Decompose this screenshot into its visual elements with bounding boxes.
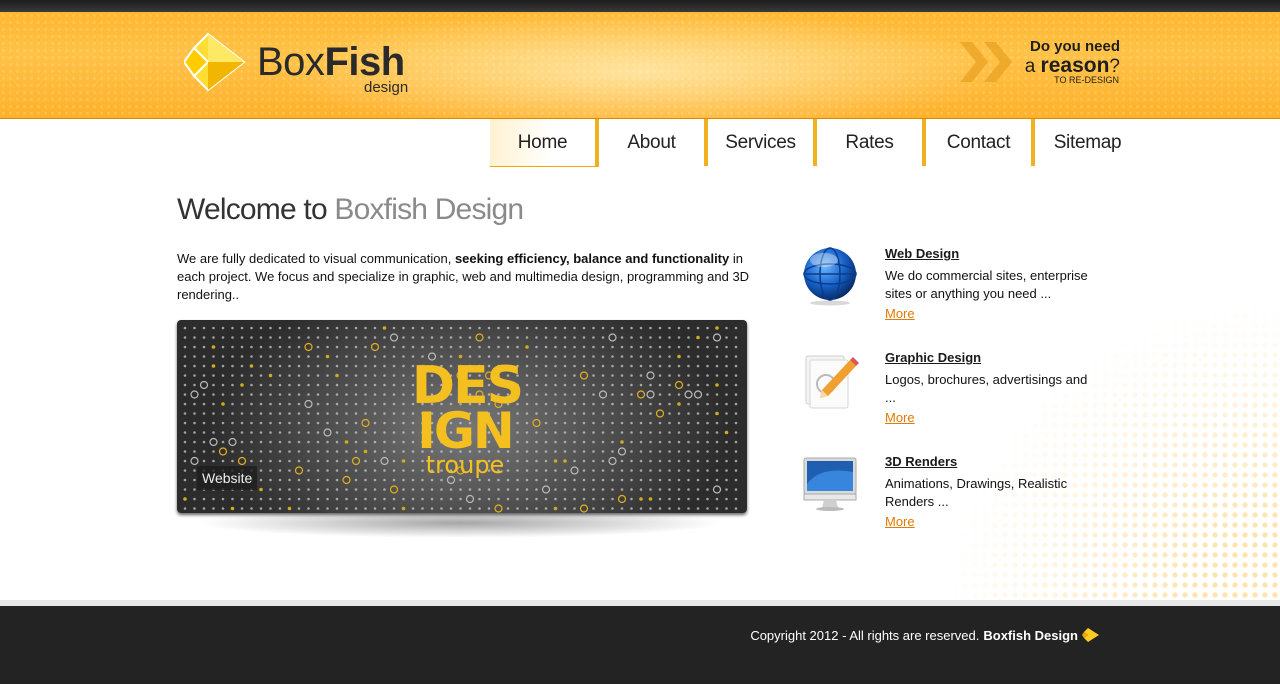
double-chevron-icon [960,42,1012,82]
more-link[interactable]: More [885,306,915,321]
page-title: Welcome to Boxfish Design [177,193,524,227]
featured-banner[interactable]: DES IGN troupe Website [177,320,747,513]
more-link[interactable]: More [885,410,915,425]
nav-about[interactable]: About [599,119,708,166]
banner-text-line3: troupe [426,451,505,479]
service-title[interactable]: Graphic Design [885,350,981,365]
main-nav: Home About Services Rates Contact Sitema… [490,119,1140,167]
page-title-light: Boxfish Design [334,193,524,226]
site-header: BoxFish design Do you need a reason? TO … [0,12,1280,119]
tagline-emphasis: reason [1040,54,1110,77]
nav-contact[interactable]: Contact [926,119,1035,166]
site-footer: Copyright 2012 - All rights are reserved… [0,606,1280,684]
top-strip [0,0,1280,12]
copyright-text: Copyright 2012 - All rights are reserved… [750,627,980,643]
globe-icon [803,247,857,306]
service-description: Animations, Drawings, Realistic Renders … [885,476,1068,509]
redesign-tagline[interactable]: Do you need a reason? TO RE-DESIGN [958,38,1128,98]
nav-services[interactable]: Services [708,119,817,166]
intro-paragraph: We are fully dedicated to visual communi… [177,250,757,304]
copyright: Copyright 2012 - All rights are reserved… [750,627,1100,643]
tagline-prefix: a [1024,56,1041,77]
nav-rates[interactable]: Rates [817,119,926,166]
intro-text-bold: seeking efficiency, balance and function… [454,251,730,266]
copyright-brand[interactable]: Boxfish Design [983,628,1078,643]
service-description: Logos, brochures, advertisings and ... [885,372,1088,405]
banner-graphic: DES IGN troupe [183,326,738,513]
page-title-dark: Welcome to [177,193,335,226]
logo-word-bold: Fish [324,40,405,84]
service-graphic-design: Graphic Design Logos, brochures, adverti… [800,350,1120,440]
nav-home[interactable]: Home [490,119,599,167]
service-description: We do commercial sites, enterprise sites… [885,268,1088,301]
tagline-line3: TO RE-DESIGN [1054,75,1119,85]
logo-word-light: Box [257,40,325,84]
pencil-document-icon [805,355,859,409]
tagline-line1: Do you need [1029,38,1120,55]
site-logo[interactable]: BoxFish design [184,32,424,112]
monitor-icon [803,457,857,511]
logo-subtitle: design [364,79,409,96]
tagline-suffix: ? [1109,56,1120,77]
service-3d-renders: 3D Renders Animations, Drawings, Realist… [800,454,1120,544]
service-title[interactable]: 3D Renders [885,454,957,469]
intro-text-1: We are fully dedicated to visual communi… [177,251,455,266]
more-link[interactable]: More [885,514,915,529]
service-title[interactable]: Web Design [885,246,959,261]
banner-caption[interactable]: Website [197,466,258,490]
boxfish-mini-icon [1082,628,1099,642]
nav-sitemap[interactable]: Sitemap [1035,119,1140,166]
boxfish-logo-icon [184,32,246,92]
service-web-design: Web Design We do commercial sites, enter… [800,246,1120,336]
